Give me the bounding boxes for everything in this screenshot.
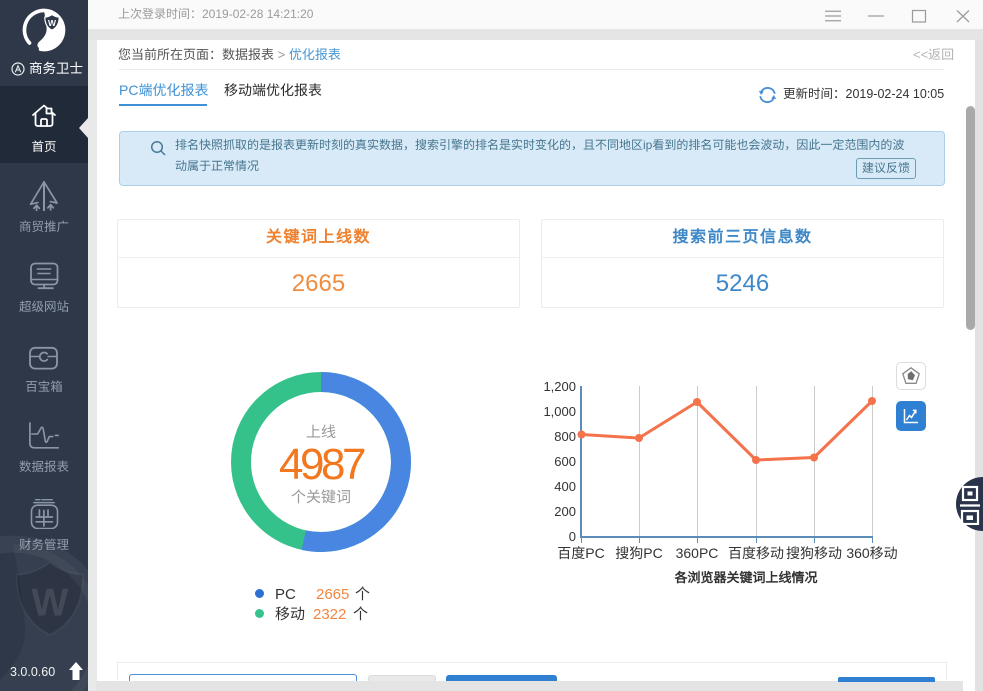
svg-text:W: W bbox=[48, 18, 57, 28]
svg-text:W: W bbox=[31, 582, 68, 625]
